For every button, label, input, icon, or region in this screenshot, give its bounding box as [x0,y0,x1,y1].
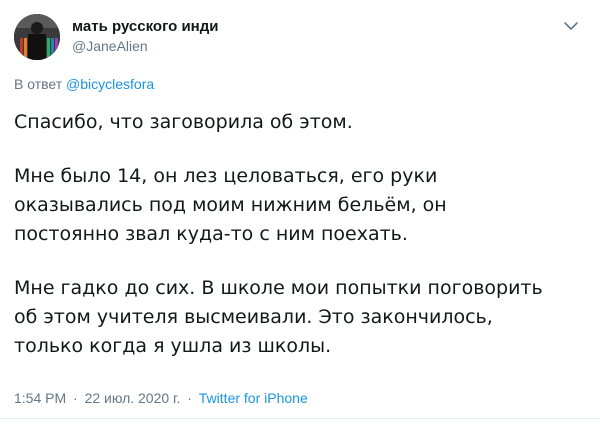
tweet-date[interactable]: 22 июл. 2020 г. [85,390,181,406]
reply-context: В ответ @bicyclesfora [14,76,154,92]
meta-separator: · [73,390,78,406]
tweet-paragraph: Спасибо, что заговорила об этом. [14,111,353,133]
reply-prefix: В ответ [14,76,63,92]
divider [0,418,600,419]
tweet-meta: 1:54 PM · 22 июл. 2020 г. · Twitter for … [14,390,308,406]
tweet-time[interactable]: 1:54 PM [14,390,66,406]
chevron-down-icon [564,22,578,30]
avatar-image [14,14,60,60]
avatar[interactable] [14,14,60,60]
tweet-menu-button[interactable] [562,18,580,32]
tweet-paragraph: Мне гадко до сих. В школе мои попытки по… [14,277,543,357]
tweet-header: мать русского инди @JaneAlien [14,14,586,62]
reply-to-link[interactable]: @bicyclesfora [66,76,154,92]
author-display-name[interactable]: мать русского инди [72,18,218,36]
meta-separator: · [187,390,192,406]
author-names: мать русского инди @JaneAlien [72,18,218,55]
tweet-text: Спасибо, что заговорила об этом. Мне был… [14,108,586,386]
author-handle[interactable]: @JaneAlien [72,37,218,55]
tweet-card: мать русского инди @JaneAlien В ответ @b… [0,0,600,427]
tweet-source-link[interactable]: Twitter for iPhone [199,390,308,406]
tweet-paragraph: Мне было 14, он лез целоваться, его руки… [14,165,447,245]
